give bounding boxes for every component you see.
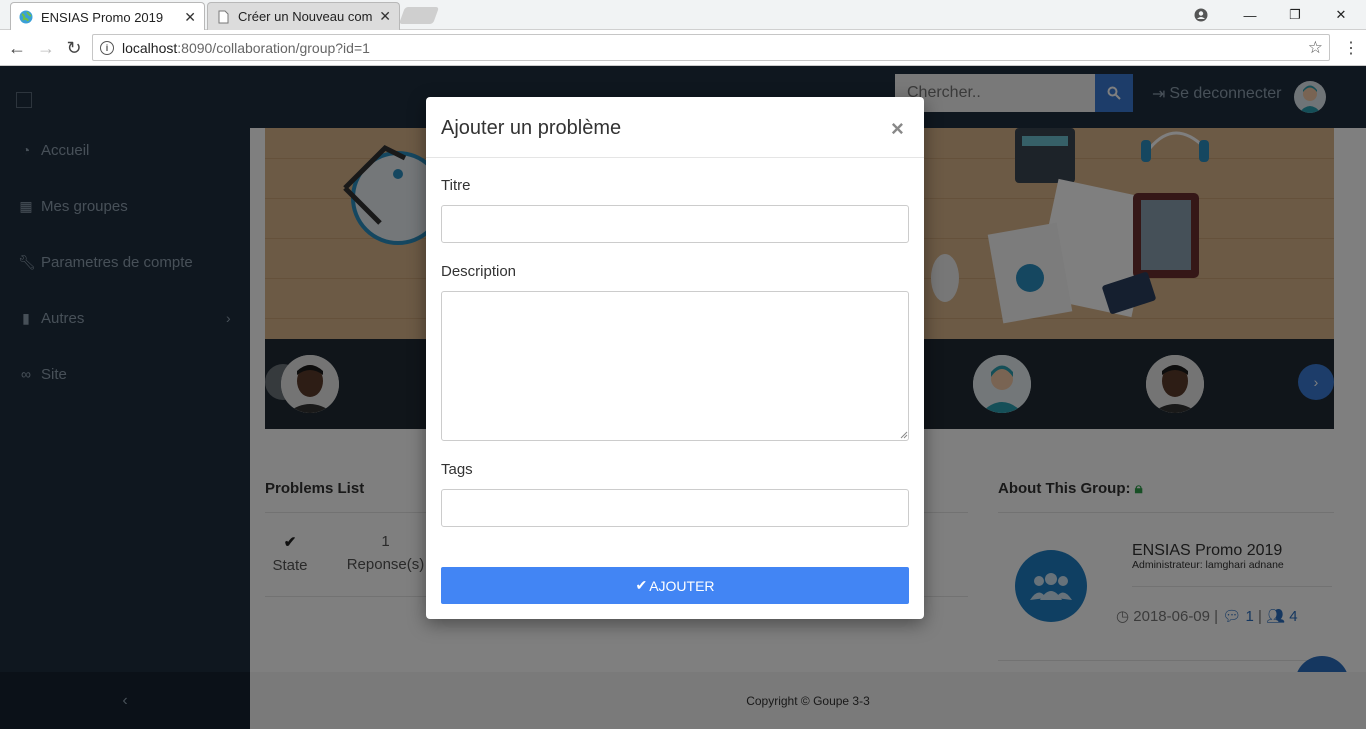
browser-tab-bar: ENSIAS Promo 2019 ✕ Créer un Nouveau com… (0, 0, 1366, 31)
address-bar: ← → ↻ i localhost:8090/collaboration/gro… (0, 30, 1366, 66)
reload-button[interactable]: ↻ (63, 37, 85, 59)
description-textarea[interactable] (441, 291, 909, 441)
browser-tab-active[interactable]: ENSIAS Promo 2019 ✕ (10, 2, 205, 31)
minimize-button[interactable]: — (1227, 0, 1273, 30)
bookmark-star-icon[interactable]: ☆ (1308, 38, 1323, 58)
restore-button[interactable]: ❐ (1272, 0, 1318, 30)
titre-label: Titre (441, 177, 471, 194)
modal-title: Ajouter un problème (441, 117, 622, 139)
close-window-button[interactable]: ✕ (1318, 0, 1364, 30)
url-path: :8090/collaboration/group?id=1 (177, 39, 370, 56)
info-icon[interactable]: i (100, 40, 114, 55)
tab-title: Créer un Nouveau compte (238, 9, 373, 24)
url-host: localhost (122, 39, 178, 56)
add-problem-modal: Ajouter un problème × Titre Description … (426, 97, 924, 619)
url-field[interactable]: i localhost:8090/collaboration/group?id=… (92, 34, 1330, 61)
titre-field[interactable] (441, 205, 909, 243)
tags-field[interactable] (441, 489, 909, 527)
modal-header: Ajouter un problème × (426, 97, 924, 158)
tags-label: Tags (441, 461, 473, 478)
browser-tab[interactable]: Créer un Nouveau compte ✕ (207, 2, 400, 30)
browser-menu-icon[interactable]: ⋮ (1340, 37, 1362, 59)
back-button[interactable]: ← (6, 37, 28, 59)
document-icon (218, 10, 229, 23)
tab-title: ENSIAS Promo 2019 (41, 9, 164, 25)
description-label: Description (441, 263, 517, 280)
new-tab-button[interactable] (398, 7, 440, 24)
close-icon[interactable]: × (891, 116, 904, 142)
close-tab-icon[interactable]: ✕ (184, 9, 196, 26)
globe-icon (19, 10, 33, 24)
check-icon: ✔ (635, 577, 648, 593)
close-tab-icon[interactable]: ✕ (379, 8, 391, 25)
profile-icon[interactable] (1178, 0, 1224, 30)
ajouter-button[interactable]: ✔ AJOUTER (441, 567, 909, 604)
ajouter-label: AJOUTER (649, 577, 715, 594)
forward-button[interactable]: → (35, 37, 57, 59)
resize-handle-icon[interactable] (900, 431, 908, 439)
